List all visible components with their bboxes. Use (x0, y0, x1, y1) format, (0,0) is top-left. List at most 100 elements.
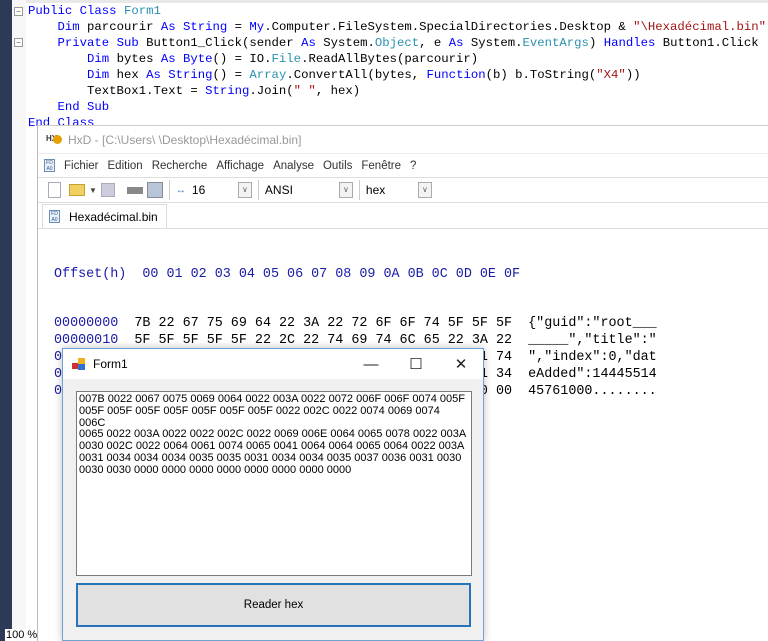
code-token: As Byte (160, 52, 213, 66)
code-line[interactable]: Private Sub Button1_Click(sender As Syst… (28, 35, 766, 51)
charset-value: ANSI (264, 183, 293, 197)
editor-gutter (12, 0, 26, 641)
code-token: Button1_Click(sender (138, 36, 302, 50)
code-token: .ReadAllBytes(parcourir) (301, 52, 479, 66)
code-token: "\Hexadécimal.bin" (633, 20, 766, 34)
offset-base-value: hex (365, 183, 386, 197)
code-line[interactable]: Public Class Form1 (28, 3, 766, 19)
code-token: bytes (109, 52, 161, 66)
save-icon[interactable] (100, 183, 115, 197)
code-token: System. (315, 36, 375, 50)
chevron-down-icon[interactable]: ∨ (338, 182, 353, 198)
row-text: ","index":0,"dat (528, 350, 657, 365)
new-file-icon[interactable] (48, 182, 61, 198)
menu-affichage[interactable]: Affichage (216, 160, 264, 172)
minimize-button[interactable]: — (348, 349, 394, 379)
code-token: EventArgs (522, 36, 589, 50)
disk-icon[interactable] (146, 182, 163, 198)
code-line[interactable]: TextBox1.Text = String.Join(" ", hex) (28, 83, 766, 99)
code-token: Function (426, 68, 486, 82)
collapse-sub-icon[interactable]: − (14, 38, 23, 47)
code-token: Dim (87, 68, 110, 82)
code-line[interactable]: Dim hex As String() = Array.ConvertAll(b… (28, 67, 766, 83)
code-token: As (448, 36, 464, 50)
menu-outils[interactable]: Outils (323, 160, 352, 172)
code-token: File (271, 52, 302, 66)
code-token: " " (293, 84, 316, 98)
code-token: As String (160, 20, 228, 34)
code-token: ) (588, 36, 604, 50)
form1-title-bar[interactable]: Form1 — ☐ ✕ (63, 349, 483, 379)
maximize-button[interactable]: ☐ (393, 349, 439, 379)
menu-edition[interactable]: Edition (108, 160, 143, 172)
open-dropdown-icon[interactable]: ▼ (89, 186, 97, 195)
code-token: hex (109, 68, 147, 82)
code-token: Dim (57, 20, 80, 34)
code-token: (b) b.ToString( (485, 68, 597, 82)
hex-row[interactable]: 00000000 7B 22 67 75 69 64 22 3A 22 72 6… (54, 316, 657, 333)
row-offset: 00000000 (54, 316, 119, 331)
charset-select[interactable]: ANSI ∨ (257, 180, 353, 200)
menu-help[interactable]: ? (410, 160, 416, 172)
code-token: TextBox1.Text = (28, 84, 206, 98)
open-file-icon[interactable] (69, 184, 85, 196)
code-line[interactable]: End Sub (28, 99, 766, 115)
hxd-title: HxD - [C:\Users\ \Desktop\Hexadécimal.bi… (68, 132, 302, 147)
code-token: System. (463, 36, 523, 50)
code-token: Handles (603, 36, 656, 50)
offset-base-select[interactable]: hex ∨ (358, 180, 432, 200)
hxd-app-icon: HX (46, 134, 62, 146)
tab-hexadecimal-bin[interactable]: FD A0 Hexadécimal.bin (42, 204, 167, 228)
document-icon: FD A0 (44, 159, 55, 172)
row-text: _____","title":" (528, 333, 657, 348)
code-token: Array (249, 68, 287, 82)
chevron-down-icon[interactable]: ∨ (417, 182, 432, 198)
hxd-title-bar[interactable]: HX HxD - [C:\Users\ \Desktop\Hexadécimal… (38, 126, 768, 153)
chevron-down-icon[interactable]: ∨ (237, 182, 252, 198)
code-token: As String (146, 68, 213, 82)
row-bytes: 5F 5F 5F 5F 5F 22 2C 22 74 69 74 6C 65 2… (134, 333, 513, 348)
code-token: parcourir (79, 20, 161, 34)
code-token: .ConvertAll(bytes, (286, 68, 427, 82)
menu-fenetre[interactable]: Fenêtre (361, 160, 401, 172)
close-button[interactable]: ✕ (438, 349, 484, 379)
document-icon: FD A0 (49, 210, 60, 223)
hxd-tabs: FD A0 Hexadécimal.bin (38, 203, 768, 229)
code-token: = (227, 20, 250, 34)
code-token: Private Sub (57, 36, 139, 50)
row-text: 45761000........ (528, 384, 657, 399)
code-line[interactable]: Dim bytes As Byte() = IO.File.ReadAllByt… (28, 51, 766, 67)
bytes-per-row-select[interactable]: ↔ 16 ∨ (168, 180, 252, 200)
reader-hex-button[interactable]: Reader hex (76, 583, 471, 627)
bytes-per-row-value: 16 (191, 183, 206, 197)
menu-fichier[interactable]: Fichier (64, 160, 99, 172)
width-icon: ↔ (175, 184, 186, 196)
row-bytes: 7B 22 67 75 69 64 22 3A 22 72 6F 6F 74 5… (134, 316, 513, 331)
tab-label: Hexadécimal.bin (69, 209, 158, 224)
code-token: .Join( (249, 84, 294, 98)
form1-title: Form1 (93, 357, 128, 371)
code-token: .Computer.FileSystem.SpecialDirectories.… (264, 20, 634, 34)
hex-header: Offset(h) 00 01 02 03 04 05 06 07 08 09 … (54, 267, 521, 282)
textbox1[interactable]: 007B 0022 0067 0075 0069 0064 0022 003A … (76, 391, 472, 576)
zoom-level[interactable]: 100 % (5, 629, 39, 641)
menu-analyse[interactable]: Analyse (273, 160, 314, 172)
menu-recherche[interactable]: Recherche (152, 160, 208, 172)
code-token: My (249, 20, 265, 34)
code-line[interactable]: Dim parcourir As String = My.Computer.Fi… (28, 19, 766, 35)
collapse-class-icon[interactable]: − (14, 7, 23, 16)
code-token: () = (212, 68, 250, 82)
code-token: () = IO. (212, 52, 272, 66)
hxd-toolbar: ▼ ↔ 16 ∨ ANSI ∨ hex ∨ (38, 177, 768, 203)
hxd-menu-bar: FD A0 Fichier Edition Recherche Affichage… (38, 153, 768, 177)
ram-icon[interactable] (126, 186, 143, 194)
code-token: , e (419, 36, 449, 50)
code-token: As (301, 36, 316, 50)
row-text: eAdded":14445514 (528, 367, 657, 382)
code-text[interactable]: Public Class Form1 Dim parcourir As Stri… (28, 3, 766, 131)
